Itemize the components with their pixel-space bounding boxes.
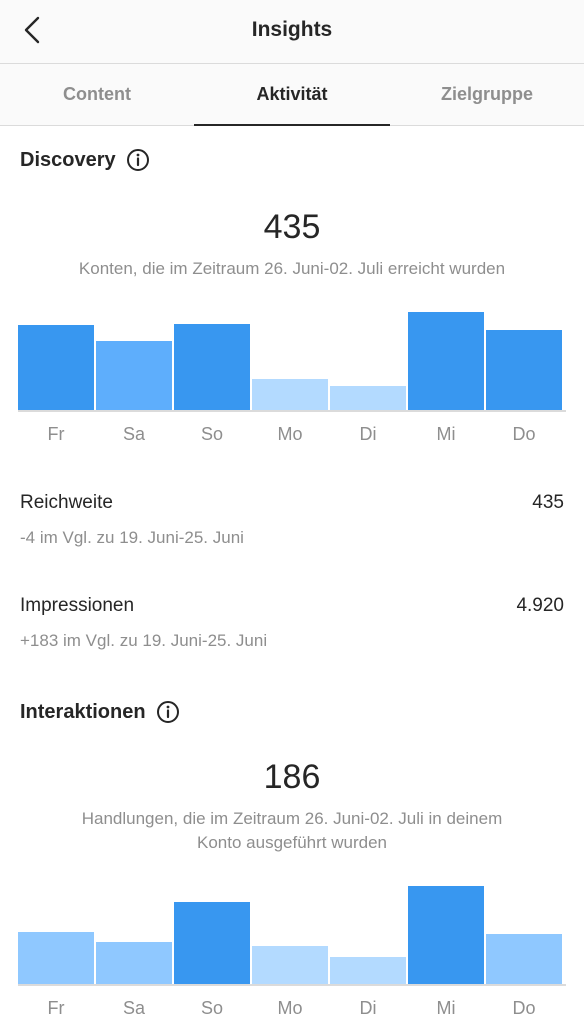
day-label: Mo [277,424,303,444]
metric-comparison: -4 im Vgl. zu 19. Juni-25. Juni [20,528,244,547]
metric-label: Reichweite [20,492,113,513]
bar-mi[interactable] [408,886,484,984]
bar-fr[interactable] [18,932,94,984]
interactions-caption-line2: Konto ausgeführt wurden [197,833,387,852]
metric-value: 4.920 [516,595,564,616]
bar-mo[interactable] [252,946,328,984]
bar-do[interactable] [486,934,562,984]
interactions-caption-line1: Handlungen, die im Zeitraum 26. Juni-02.… [81,809,503,828]
bar-sa[interactable] [96,942,172,984]
bar-so[interactable] [174,324,250,410]
metric-reichweite[interactable]: Reichweite 435 -4 im Vgl. zu 19. Juni-25… [20,492,564,552]
bar-so[interactable] [174,902,250,984]
bar-di[interactable] [330,957,406,984]
interactions-total: 186 [263,758,321,796]
metric-value: 435 [532,492,564,513]
tab-zielgruppe[interactable]: Zielgruppe [390,84,584,105]
metric-label: Impressionen [20,595,135,616]
metric-comparison: +183 im Vgl. zu 19. Juni-25. Juni [20,631,268,650]
day-label: So [200,424,224,444]
tab-content[interactable]: Content [0,84,194,105]
info-icon[interactable] [156,700,180,724]
day-label: Sa [122,998,146,1018]
bar-fr[interactable] [18,325,94,410]
day-label: Mi [436,998,456,1018]
interactions-bar-chart: Fr Sa So Mo Di Mi Do [18,884,566,1024]
discovery-bar-chart: Fr Sa So Mo Di Mi Do [18,310,566,450]
discovery-heading: Discovery [20,148,150,172]
bar-mo[interactable] [252,379,328,410]
day-label: Fr [47,998,65,1018]
day-label: Fr [47,424,65,444]
metric-impressionen[interactable]: Impressionen 4.920 +183 im Vgl. zu 19. J… [20,595,564,655]
discovery-total: 435 [263,208,321,246]
day-label: Mi [436,424,456,444]
bar-chart-plot [18,886,566,986]
tab-bar: Content Aktivität Zielgruppe [0,64,584,126]
page-title: Insights [251,18,333,41]
discovery-caption: Konten, die im Zeitraum 26. Juni-02. Jul… [78,259,506,278]
interactions-heading: Interaktionen [20,700,180,724]
info-icon[interactable] [126,148,150,172]
interactions-title: Interaktionen [20,700,146,723]
tab-aktivitaet[interactable]: Aktivität [194,84,390,105]
day-label: Di [359,998,377,1018]
bar-mi[interactable] [408,312,484,410]
day-label: Mo [277,998,303,1018]
top-bar: Insights [0,0,584,64]
day-label: Di [359,424,377,444]
day-label: So [200,998,224,1018]
active-tab-indicator [194,124,390,126]
day-label: Do [512,424,536,444]
day-label: Do [512,998,536,1018]
bar-di[interactable] [330,386,406,410]
discovery-title: Discovery [20,148,116,171]
bar-do[interactable] [486,330,562,410]
bar-sa[interactable] [96,341,172,410]
bar-chart-plot [18,312,566,412]
day-label: Sa [122,424,146,444]
